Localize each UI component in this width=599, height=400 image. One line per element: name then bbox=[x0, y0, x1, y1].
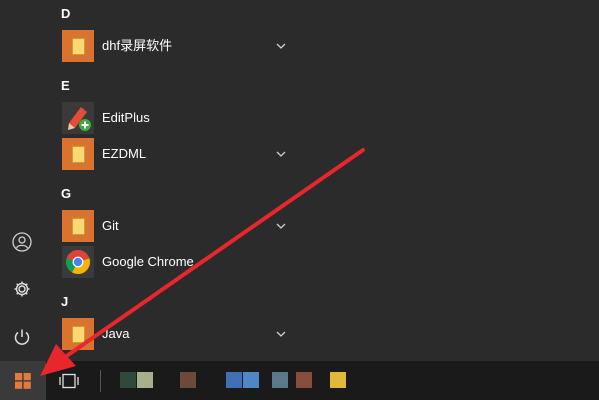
app-tile bbox=[62, 138, 94, 170]
taskbar-separator bbox=[100, 370, 101, 392]
windows-logo-icon bbox=[15, 372, 31, 389]
app-label: Git bbox=[102, 218, 119, 233]
folder-icon bbox=[71, 325, 85, 343]
taskbar-app-icon[interactable] bbox=[330, 372, 346, 388]
taskbar-app-icon[interactable] bbox=[243, 372, 259, 388]
app-label: EditPlus bbox=[102, 110, 150, 125]
app-item-java[interactable]: Java bbox=[62, 317, 295, 351]
app-item-editplus[interactable]: EditPlus bbox=[62, 101, 295, 135]
app-item-google-chrome[interactable]: Google Chrome bbox=[62, 245, 295, 279]
chrome-icon bbox=[66, 250, 90, 274]
app-item-ezdml[interactable]: EZDML bbox=[62, 137, 295, 171]
group-header-d[interactable]: D bbox=[61, 2, 70, 26]
power-icon bbox=[14, 329, 30, 345]
taskbar-app-icon[interactable] bbox=[226, 372, 242, 388]
start-menu: D dhf录屏软件 E EditPlus EZDML G Git Google … bbox=[0, 0, 599, 361]
app-item-dhf-recorder[interactable]: dhf录屏软件 bbox=[62, 29, 295, 63]
app-tile bbox=[62, 318, 94, 350]
chevron-down-icon[interactable] bbox=[274, 41, 288, 51]
taskbar-app-icon[interactable] bbox=[272, 372, 288, 388]
app-tile bbox=[62, 102, 94, 134]
task-view-icon bbox=[59, 373, 79, 388]
settings-button[interactable] bbox=[6, 273, 38, 305]
editplus-icon bbox=[68, 107, 91, 131]
group-header-e[interactable]: E bbox=[61, 74, 70, 98]
app-tile bbox=[62, 30, 94, 62]
task-view-button[interactable] bbox=[52, 361, 86, 400]
group-header-j[interactable]: J bbox=[61, 290, 68, 314]
start-menu-rail bbox=[0, 0, 46, 361]
user-account-button[interactable] bbox=[6, 226, 38, 258]
folder-icon bbox=[71, 37, 85, 55]
power-button[interactable] bbox=[6, 321, 38, 353]
chevron-down-icon[interactable] bbox=[274, 221, 288, 231]
taskbar bbox=[0, 361, 599, 400]
taskbar-app-icon[interactable] bbox=[180, 372, 196, 388]
start-button[interactable] bbox=[0, 361, 46, 400]
taskbar-app-icon[interactable] bbox=[137, 372, 153, 388]
taskbar-app-icon[interactable] bbox=[120, 372, 136, 388]
group-header-g[interactable]: G bbox=[61, 182, 71, 206]
app-label: EZDML bbox=[102, 146, 147, 161]
app-tile bbox=[62, 246, 94, 278]
folder-icon bbox=[71, 217, 85, 235]
chevron-down-icon[interactable] bbox=[274, 329, 288, 339]
chevron-down-icon[interactable] bbox=[274, 149, 288, 159]
app-label: Java bbox=[102, 326, 130, 341]
app-list: D dhf录屏软件 E EditPlus EZDML G Git Google … bbox=[46, 0, 599, 361]
app-item-git[interactable]: Git bbox=[62, 209, 295, 243]
app-label: dhf录屏软件 bbox=[102, 38, 173, 53]
folder-icon bbox=[71, 145, 85, 163]
gear-icon bbox=[14, 281, 30, 297]
app-tile bbox=[62, 210, 94, 242]
user-icon bbox=[12, 232, 32, 252]
taskbar-app-icon[interactable] bbox=[296, 372, 312, 388]
app-label: Google Chrome bbox=[102, 254, 194, 269]
